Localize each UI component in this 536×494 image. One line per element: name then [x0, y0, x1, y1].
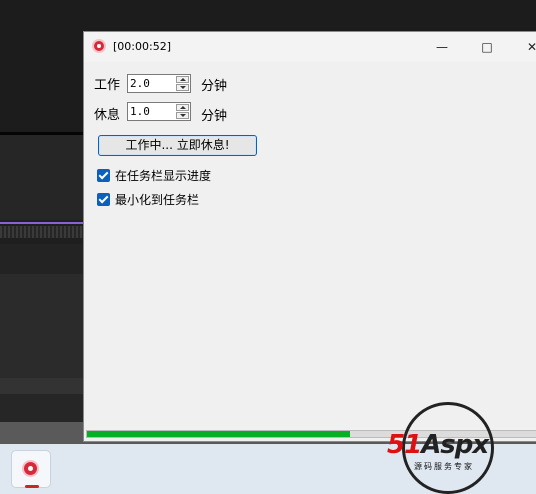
- work-spinner[interactable]: 2.0: [127, 74, 191, 93]
- watermark-subtitle: 源码服务专家: [414, 462, 474, 471]
- rest-value[interactable]: 1.0: [130, 105, 150, 118]
- background-panel-3: [0, 274, 83, 378]
- maximize-icon[interactable]: □: [480, 40, 494, 54]
- minimize-to-taskbar-label[interactable]: 最小化到任务栏: [115, 191, 199, 208]
- spin-down-icon[interactable]: [176, 112, 189, 119]
- rest-unit: 分钟: [201, 109, 228, 124]
- rest-now-button[interactable]: 工作中... 立即休息!: [98, 135, 257, 156]
- background-dotted-track: [0, 226, 83, 238]
- minimize-icon[interactable]: —: [435, 40, 449, 54]
- show-progress-in-taskbar-label[interactable]: 在任务栏显示进度: [115, 167, 211, 184]
- checkbox-checked-icon[interactable]: [97, 193, 110, 206]
- window-title: [00:00:52]: [113, 40, 171, 53]
- rest-label: 休息: [94, 108, 121, 123]
- app-timer-icon: [92, 39, 106, 53]
- close-icon[interactable]: ✕: [525, 40, 536, 54]
- background-panel-5: [0, 394, 83, 422]
- background-panel-2: [0, 244, 83, 274]
- work-value[interactable]: 2.0: [130, 77, 150, 90]
- taskbar-active-indicator: [25, 485, 39, 488]
- background-panel-4: [0, 378, 83, 394]
- title-bar[interactable]: [00:00:52] — □ ✕: [84, 32, 536, 62]
- checkbox-checked-icon[interactable]: [97, 169, 110, 182]
- spin-up-icon[interactable]: [176, 76, 189, 83]
- timer-window: [00:00:52] — □ ✕ 工作 2.0 分钟 休息 1.0 分钟 工作中…: [83, 31, 536, 442]
- spin-down-icon[interactable]: [176, 84, 189, 91]
- rest-spinner[interactable]: 1.0: [127, 102, 191, 121]
- app-timer-icon: [22, 460, 39, 477]
- spin-up-icon[interactable]: [176, 104, 189, 111]
- progress-fill: [87, 431, 351, 437]
- work-unit: 分钟: [201, 79, 228, 94]
- background-accent-line: [0, 222, 83, 224]
- background-panel: [0, 135, 83, 220]
- watermark-logo: 51Aspx: [387, 430, 489, 460]
- taskbar-app-button[interactable]: [11, 450, 51, 488]
- work-label: 工作: [94, 78, 121, 93]
